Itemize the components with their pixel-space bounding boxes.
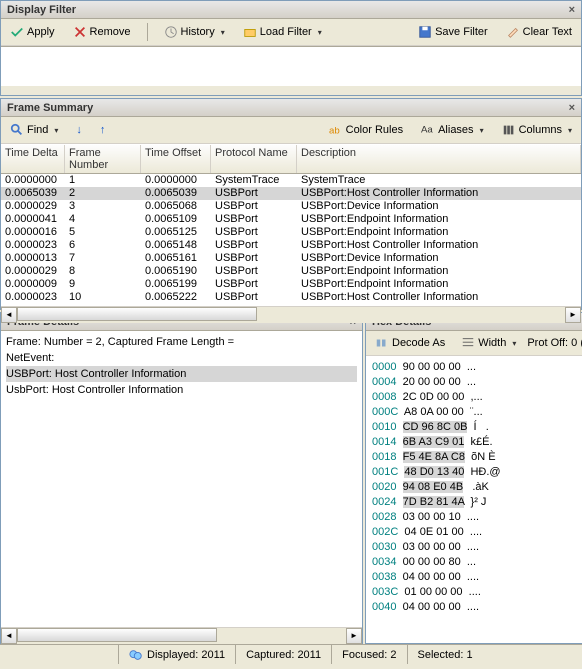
prot-off-label: Prot Off: 0 (0x [527, 337, 582, 349]
display-filter-title: Display Filter [7, 4, 76, 16]
up-arrow-button[interactable]: ↑ [95, 121, 111, 139]
load-icon [243, 25, 257, 39]
displayed-icon [129, 648, 143, 662]
frame-summary-toolbar: Find ↓ ↑ ab Color Rules Aa Aliases Colum… [1, 117, 581, 144]
decode-as-button[interactable]: Decode As [370, 333, 450, 353]
table-row[interactable]: 0.000001650.0065125USBPortUSBPort:Endpoi… [1, 226, 581, 239]
history-icon [164, 25, 178, 39]
details-line-selected: USBPort: Host Controller Information [6, 366, 357, 382]
width-icon [461, 336, 475, 350]
table-row[interactable]: 0.0000023100.0065222USBPortUSBPort:Host … [1, 291, 581, 304]
status-captured: Captured: 2011 [235, 645, 331, 664]
col-time-offset[interactable]: Time Offset [141, 145, 211, 173]
apply-icon [10, 25, 24, 39]
clear-icon [506, 25, 520, 39]
find-button[interactable]: Find [5, 120, 63, 140]
aliases-button[interactable]: Aa Aliases [416, 120, 488, 140]
hex-line: 0014 6B A3 C9 01 k£É. [372, 435, 582, 450]
history-button[interactable]: History [159, 22, 230, 42]
col-protocol-name[interactable]: Protocol Name [211, 145, 297, 173]
table-row[interactable]: 0.006503920.0065039USBPortUSBPort:Host C… [1, 187, 581, 200]
svg-text:ab: ab [329, 126, 340, 137]
col-description[interactable]: Description [297, 145, 581, 173]
scroll-thumb[interactable] [17, 307, 257, 321]
aliases-icon: Aa [421, 123, 435, 137]
hex-toolbar: Decode As Width Prot Off: 0 (0x [366, 331, 582, 356]
hex-line: 0000 90 00 00 00 ... [372, 360, 582, 375]
hex-line: 0004 20 00 00 00 ... [372, 375, 582, 390]
hex-line: 0008 2C 0D 00 00 ,... [372, 390, 582, 405]
status-displayed: Displayed: 2011 [118, 645, 235, 664]
status-bar: Displayed: 2011 Captured: 2011 Focused: … [0, 644, 582, 664]
hex-line: 0030 03 00 00 00 .... [372, 540, 582, 555]
hex-line: 000C A8 0A 00 00 ¨... [372, 405, 582, 420]
columns-button[interactable]: Columns [497, 120, 577, 140]
width-button[interactable]: Width [456, 333, 521, 353]
color-rules-button[interactable]: ab Color Rules [324, 120, 408, 140]
clear-text-button[interactable]: Clear Text [501, 22, 577, 42]
hex-line: 003C 01 00 00 00 .... [372, 585, 582, 600]
scroll-left-button[interactable]: ◄ [1, 307, 17, 323]
hex-line: 001C 48 D0 13 40 HÐ.@ [372, 465, 582, 480]
status-focused: Focused: 2 [331, 645, 406, 664]
status-selected: Selected: 1 [407, 645, 483, 664]
scroll-left-button[interactable]: ◄ [1, 628, 17, 644]
svg-text:Aa: Aa [421, 125, 433, 136]
decode-icon [375, 336, 389, 350]
scroll-right-button[interactable]: ► [565, 307, 581, 323]
hex-line: 0010 CD 96 8C 0B Í . [372, 420, 582, 435]
table-row[interactable]: 0.000001370.0065161USBPortUSBPort:Device… [1, 252, 581, 265]
remove-icon [73, 25, 87, 39]
hex-line: 0038 04 00 00 00 .... [372, 570, 582, 585]
display-filter-toolbar: Apply Remove History Load Filter Save Fi… [1, 19, 581, 46]
table-row[interactable]: 0.000002980.0065190USBPortUSBPort:Endpoi… [1, 265, 581, 278]
down-arrow-button[interactable]: ↓ [71, 121, 87, 139]
scroll-right-button[interactable]: ► [346, 628, 362, 644]
hex-line: 002C 04 0E 01 00 .... [372, 525, 582, 540]
filter-input-area[interactable] [1, 46, 581, 86]
details-line: UsbPort: Host Controller Information [6, 382, 357, 398]
details-line: Frame: Number = 2, Captured Frame Length… [6, 334, 357, 350]
color-icon: ab [329, 123, 343, 137]
frame-details-panel: Frame Details × Frame: Number = 2, Captu… [0, 312, 363, 644]
load-filter-button[interactable]: Load Filter [238, 22, 327, 42]
hex-details-panel: Hex Details × Decode As Width Prot Off: … [365, 312, 582, 644]
scroll-thumb[interactable] [17, 628, 217, 642]
find-icon [10, 123, 24, 137]
display-filter-header: Display Filter × [1, 1, 581, 19]
frame-summary-title: Frame Summary [7, 102, 93, 114]
hex-line: 0024 7D B2 81 4A }² J [372, 495, 582, 510]
column-headers: Time Delta Frame Number Time Offset Prot… [1, 144, 581, 174]
col-time-delta[interactable]: Time Delta [1, 145, 65, 173]
save-icon [418, 25, 432, 39]
hex-body[interactable]: 0000 90 00 00 00 ...0004 20 00 00 00 ...… [366, 356, 582, 643]
scrollbar-horizontal[interactable]: ◄ ► [1, 306, 581, 322]
hex-line: 0020 94 08 E0 4B .àK [372, 480, 582, 495]
table-row[interactable]: 0.000000990.0065199USBPortUSBPort:Endpoi… [1, 278, 581, 291]
apply-button[interactable]: Apply [5, 22, 60, 42]
table-row[interactable]: 0.000002930.0065068USBPortUSBPort:Device… [1, 200, 581, 213]
frame-summary-header: Frame Summary × [1, 99, 581, 117]
details-line: NetEvent: [6, 350, 357, 366]
details-scrollbar[interactable]: ◄ ► [1, 627, 362, 643]
frame-details-body[interactable]: Frame: Number = 2, Captured Frame Length… [1, 331, 362, 627]
hex-line: 0028 03 00 00 10 .... [372, 510, 582, 525]
hex-line: 0040 04 00 00 00 .... [372, 600, 582, 615]
table-row[interactable]: 0.000000010.0000000SystemTraceSystemTrac… [1, 174, 581, 187]
col-frame-number[interactable]: Frame Number [65, 145, 141, 173]
hex-line: 0018 F5 4E 8A C8 õN È [372, 450, 582, 465]
remove-button[interactable]: Remove [68, 22, 136, 42]
close-icon[interactable]: × [569, 102, 575, 114]
hex-line: 0034 00 00 00 80 ... [372, 555, 582, 570]
save-filter-button[interactable]: Save Filter [413, 22, 493, 42]
frame-rows[interactable]: 0.000000010.0000000SystemTraceSystemTrac… [1, 174, 581, 306]
table-row[interactable]: 0.000002360.0065148USBPortUSBPort:Host C… [1, 239, 581, 252]
close-icon[interactable]: × [569, 4, 575, 16]
table-row[interactable]: 0.000004140.0065109USBPortUSBPort:Endpoi… [1, 213, 581, 226]
columns-icon [502, 123, 516, 137]
